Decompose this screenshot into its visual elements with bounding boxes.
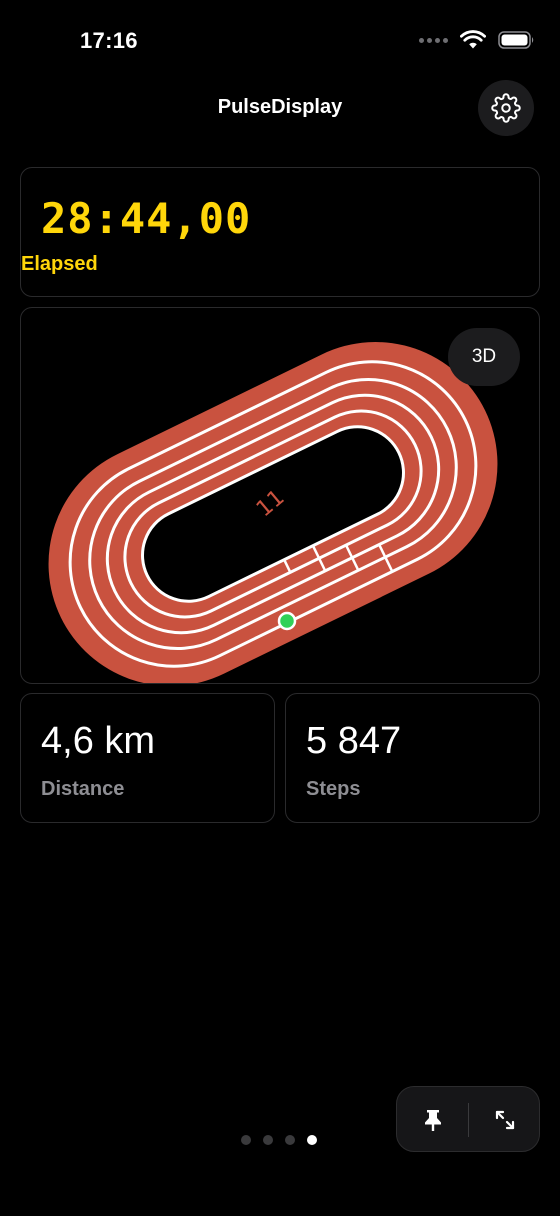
status-icons bbox=[419, 30, 536, 50]
steps-label: Steps bbox=[306, 778, 361, 800]
distance-label: Distance bbox=[41, 778, 125, 800]
gear-icon bbox=[491, 93, 521, 123]
elapsed-time-value: 28:44,00 bbox=[41, 194, 252, 243]
status-time: 17:16 bbox=[80, 28, 138, 53]
distance-card: 4,6 km Distance bbox=[20, 693, 275, 823]
settings-button[interactable] bbox=[478, 80, 534, 136]
page-indicator[interactable] bbox=[241, 1135, 317, 1145]
pin-icon bbox=[424, 1110, 441, 1131]
status-bar: 17:16 bbox=[0, 0, 560, 84]
3d-view-button[interactable]: 3D bbox=[448, 328, 520, 386]
floating-controls bbox=[396, 1086, 540, 1152]
page-dot[interactable] bbox=[285, 1135, 295, 1145]
elapsed-label: Elapsed bbox=[21, 253, 98, 275]
track-map-card[interactable]: 11 3D bbox=[20, 307, 540, 684]
page-dot[interactable] bbox=[263, 1135, 273, 1145]
page-dot[interactable] bbox=[241, 1135, 251, 1145]
pin-button[interactable] bbox=[397, 1087, 468, 1153]
steps-card: 5 847 Steps bbox=[285, 693, 540, 823]
battery-icon bbox=[498, 31, 534, 49]
page-title: PulseDisplay bbox=[217, 96, 343, 118]
fullscreen-button[interactable] bbox=[469, 1087, 540, 1153]
current-position-marker bbox=[277, 611, 297, 631]
cellular-signal-icon bbox=[419, 37, 448, 43]
distance-value: 4,6 km bbox=[41, 720, 156, 762]
expand-icon bbox=[495, 1110, 514, 1130]
elapsed-card: 28:44,00 bbox=[20, 167, 540, 297]
steps-value: 5 847 bbox=[306, 720, 402, 762]
wifi-icon bbox=[460, 30, 486, 49]
page-dot-active[interactable] bbox=[307, 1135, 317, 1145]
